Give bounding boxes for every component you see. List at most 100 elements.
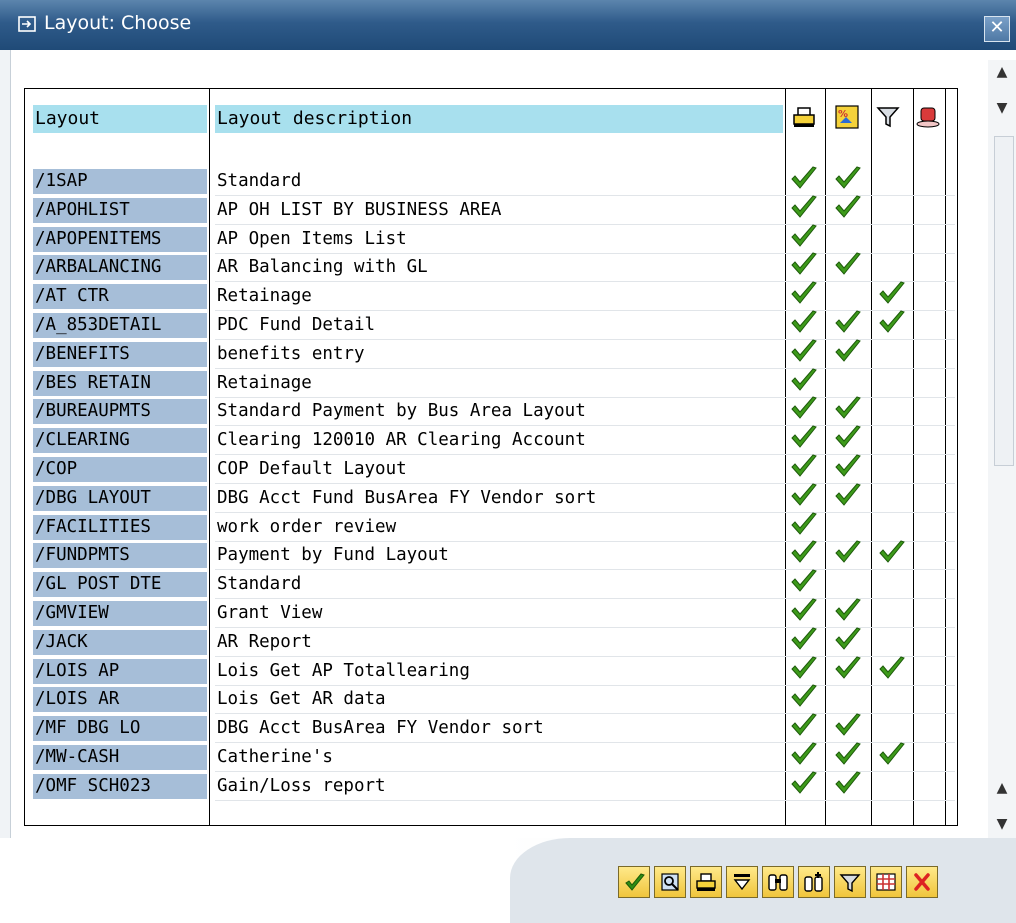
layout-code-cell[interactable]: /MW-CASH: [33, 745, 207, 770]
layout-description-cell[interactable]: DBG Acct BusArea FY Vendor sort: [215, 716, 785, 741]
find-next-button[interactable]: [798, 866, 830, 898]
layout-description-cell[interactable]: Standard: [215, 572, 785, 597]
checkmark-icon: [877, 539, 907, 565]
layout-choose-dialog: Layout: Choose ✕ Layout Layout descripti…: [0, 0, 1016, 923]
checkmark-icon: [789, 482, 819, 508]
column-divider: [785, 89, 786, 825]
print-button[interactable]: [690, 866, 722, 898]
checkmark-icon: [789, 683, 819, 709]
checkmark-icon: [833, 453, 863, 479]
layout-code-cell[interactable]: /FACILITIES: [33, 514, 207, 540]
find-button[interactable]: [762, 866, 794, 898]
layout-description-cell[interactable]: work order review: [215, 515, 785, 540]
layout-code-cell[interactable]: /BES RETAIN: [33, 370, 207, 396]
scroll-top-icon[interactable]: ▲: [988, 60, 1016, 84]
layout-description-cell[interactable]: AR Balancing with GL: [215, 255, 785, 280]
layout-code-cell[interactable]: /LOIS AP: [33, 658, 207, 684]
checkmark-icon: [877, 655, 907, 681]
vertical-scrollbar[interactable]: ▲ ▼ ▲ ▼: [988, 60, 1016, 845]
column-divider: [871, 89, 872, 825]
layout-description-cell[interactable]: Payment by Fund Layout: [215, 543, 785, 568]
layout-description-cell[interactable]: Clearing 120010 AR Clearing Account: [215, 428, 785, 453]
layout-code-cell[interactable]: /1SAP: [33, 169, 207, 194]
title-bar: Layout: Choose ✕: [0, 0, 1016, 50]
checkmark-button[interactable]: [618, 866, 650, 898]
layout-description-cell[interactable]: Lois Get AR data: [215, 687, 785, 712]
layout-code-cell[interactable]: /ARBALANCING: [33, 255, 207, 281]
layout-description-cell[interactable]: Standard Payment by Bus Area Layout: [215, 399, 785, 424]
scroll-down-icon[interactable]: ▲: [988, 776, 1016, 800]
scroll-thumb[interactable]: [994, 136, 1014, 466]
print-icon: [696, 873, 716, 891]
checkmark-icon: [789, 194, 819, 220]
layout-description-cell[interactable]: AR Report: [215, 630, 785, 655]
close-button[interactable]: ✕: [984, 16, 1010, 42]
checkmark-icon: [789, 338, 819, 364]
layout-code-cell[interactable]: /JACK: [33, 629, 207, 655]
layout-description-cell[interactable]: COP Default Layout: [215, 457, 785, 482]
checkmark-icon: [789, 741, 819, 767]
filter-button[interactable]: [834, 866, 866, 898]
checkmark-icon: [789, 223, 819, 249]
layout-code-cell[interactable]: /OMF SCH023: [33, 773, 207, 799]
checkmark-icon: [877, 309, 907, 335]
layout-code-cell[interactable]: /AT CTR: [33, 284, 207, 310]
layout-description-cell[interactable]: benefits entry: [215, 342, 785, 367]
column-divider: [945, 89, 946, 825]
checkmark-icon: [789, 597, 819, 623]
checkmark-icon: [833, 395, 863, 421]
layout-description-cell[interactable]: Retainage: [215, 284, 785, 309]
checkmark-icon: [789, 251, 819, 277]
layout-code-cell[interactable]: /BUREAUPMTS: [33, 399, 207, 425]
layout-code-cell[interactable]: /LOIS AR: [33, 687, 207, 713]
layout-description-cell[interactable]: Grant View: [215, 601, 785, 626]
layout-description-cell[interactable]: AP Open Items List: [215, 227, 785, 252]
layout-description-cell[interactable]: Catherine's: [215, 745, 785, 770]
layout-code-cell[interactable]: /BENEFITS: [33, 341, 207, 367]
layout-code-cell[interactable]: /MF DBG LO: [33, 716, 207, 742]
layout-description-cell[interactable]: AP OH LIST BY BUSINESS AREA: [215, 198, 785, 223]
layout-code-cell[interactable]: /FUNDPMTS: [33, 543, 207, 569]
layout-code-cell[interactable]: /GL POST DTE: [33, 572, 207, 598]
column-divider: [913, 89, 914, 825]
grid-icon: [876, 873, 896, 891]
dialog-icon: [18, 16, 36, 32]
grid-button[interactable]: [870, 866, 902, 898]
layout-description-cell[interactable]: Lois Get AP Totallearing: [215, 659, 785, 684]
layout-code-cell[interactable]: /CLEARING: [33, 428, 207, 454]
layout-code-cell[interactable]: /DBG LAYOUT: [33, 485, 207, 511]
print-icon[interactable]: [791, 103, 819, 131]
checkmark-icon: [789, 424, 819, 450]
cancel-button[interactable]: [906, 866, 938, 898]
layout-code-cell[interactable]: /GMVIEW: [33, 601, 207, 626]
checkmark-icon: [789, 367, 819, 393]
layout-description-cell[interactable]: DBG Acct Fund BusArea FY Vendor sort: [215, 486, 785, 511]
row-separator: [215, 569, 955, 571]
header-layout[interactable]: Layout: [33, 105, 207, 133]
layout-code-cell[interactable]: /A_853DETAIL: [33, 313, 207, 338]
scroll-bottom-icon[interactable]: ▼: [988, 812, 1016, 836]
dialog-title: Layout: Choose: [44, 12, 192, 34]
layout-code-cell[interactable]: /APOPENITEMS: [33, 226, 207, 252]
layout-code-cell[interactable]: /COP: [33, 457, 207, 482]
layout-description-cell[interactable]: PDC Fund Detail: [215, 313, 785, 338]
default-setting-icon[interactable]: [915, 103, 943, 131]
checkmark-icon: [833, 338, 863, 364]
row-separator: [215, 281, 955, 283]
checkmark-icon: [789, 655, 819, 681]
layout-description-cell[interactable]: Standard: [215, 169, 785, 194]
scroll-up-icon[interactable]: ▼: [988, 96, 1016, 120]
sort-button[interactable]: [726, 866, 758, 898]
filter-icon[interactable]: [875, 103, 903, 131]
user-specific-icon[interactable]: %: [833, 103, 861, 131]
cancel-icon: [914, 873, 930, 891]
layout-description-cell[interactable]: Gain/Loss report: [215, 774, 785, 799]
checkmark-icon: [877, 280, 907, 306]
checkmark-icon: [789, 770, 819, 796]
details-button[interactable]: [654, 866, 686, 898]
header-layout-description[interactable]: Layout description: [215, 105, 783, 133]
column-divider: [825, 89, 826, 825]
left-frame: [0, 50, 11, 923]
layout-code-cell[interactable]: /APOHLIST: [33, 197, 207, 223]
layout-description-cell[interactable]: Retainage: [215, 371, 785, 396]
